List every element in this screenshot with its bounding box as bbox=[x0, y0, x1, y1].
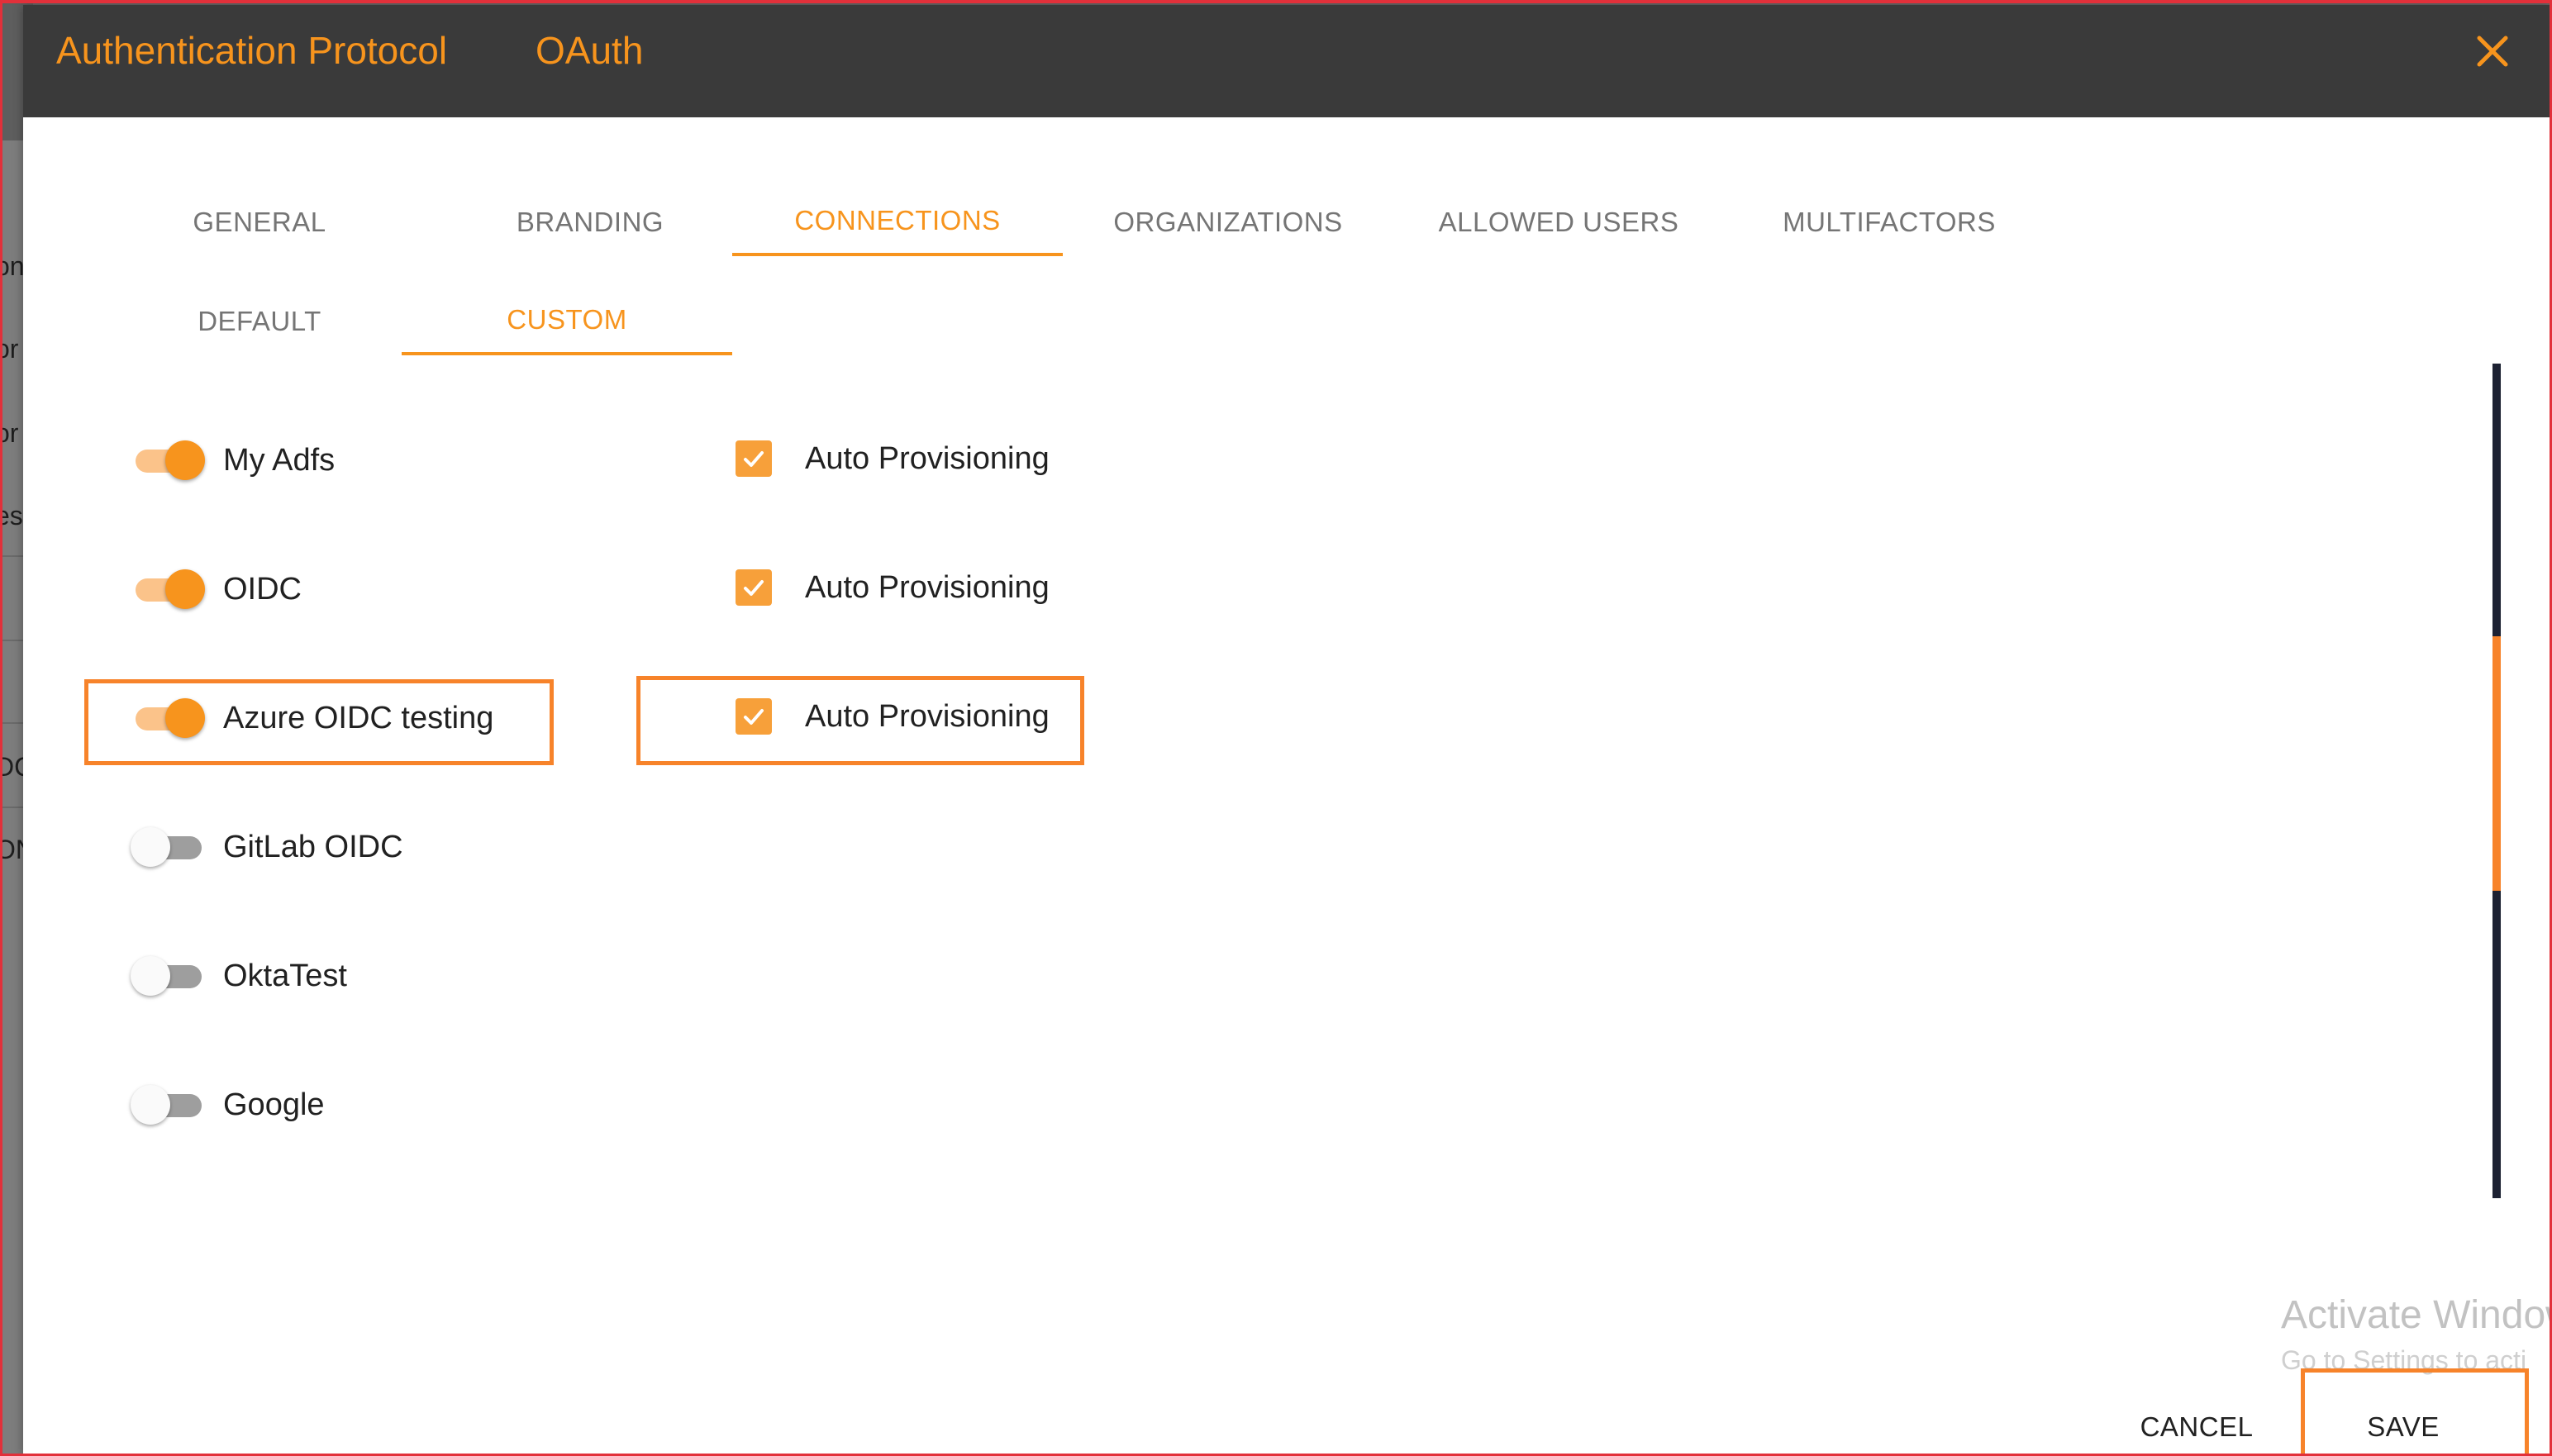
background-text: es bbox=[0, 501, 23, 531]
close-icon bbox=[2477, 36, 2508, 67]
tab-default[interactable]: DEFAULT bbox=[94, 288, 425, 355]
check-icon bbox=[744, 709, 764, 725]
connection-label: GitLab OIDC bbox=[223, 829, 403, 864]
tab-connections[interactable]: CONNECTIONS bbox=[732, 188, 1063, 256]
tab-branding[interactable]: BRANDING bbox=[425, 188, 755, 256]
connection-row-oidc: OIDC bbox=[131, 560, 302, 618]
connection-row-oktatest: OktaTest bbox=[131, 947, 347, 1005]
screen: on or or es DC ON Authentication Protoco… bbox=[0, 0, 2552, 1456]
auto-provisioning-checkbox[interactable] bbox=[736, 569, 772, 606]
toggle-gitlab-oidc[interactable] bbox=[131, 824, 207, 870]
authentication-protocol-dialog: Authentication Protocol OAuth GENERAL BR… bbox=[23, 5, 2552, 1456]
connection-row-gitlab-oidc: GitLab OIDC bbox=[131, 818, 403, 876]
tab-general[interactable]: GENERAL bbox=[94, 188, 425, 256]
toggle-oktatest[interactable] bbox=[131, 953, 207, 999]
auto-provisioning-checkbox[interactable] bbox=[736, 698, 772, 735]
toggle-oidc[interactable] bbox=[131, 566, 207, 612]
connection-label: Azure OIDC testing bbox=[223, 700, 494, 735]
tab-allowed-users[interactable]: ALLOWED USERS bbox=[1393, 188, 1724, 256]
dialog-header: Authentication Protocol OAuth bbox=[23, 5, 2552, 117]
background-text: on bbox=[0, 251, 25, 281]
activate-windows-watermark: Activate Window bbox=[2281, 1293, 2552, 1337]
scrollbar-thumb[interactable] bbox=[2492, 636, 2501, 891]
save-button[interactable]: SAVE bbox=[2329, 1401, 2478, 1453]
cancel-button[interactable]: CANCEL bbox=[2114, 1401, 2279, 1453]
connection-row-my-adfs: My Adfs bbox=[131, 431, 335, 489]
frame-border bbox=[0, 0, 2552, 3]
connection-row-google: Google bbox=[131, 1076, 325, 1134]
connection-label: OktaTest bbox=[223, 958, 347, 993]
close-button[interactable] bbox=[2469, 28, 2516, 74]
background-text: or bbox=[0, 418, 19, 448]
toggle-azure-oidc-testing[interactable] bbox=[131, 695, 207, 741]
check-icon bbox=[744, 580, 764, 596]
toggle-google[interactable] bbox=[131, 1082, 207, 1128]
connection-label: My Adfs bbox=[223, 442, 336, 478]
connection-row-azure-oidc-testing: Azure OIDC testing bbox=[131, 689, 493, 747]
connection-label: Google bbox=[223, 1087, 325, 1122]
dialog-title: Authentication Protocol bbox=[56, 29, 448, 72]
connection-label: OIDC bbox=[223, 571, 302, 607]
check-icon bbox=[744, 451, 764, 467]
dialog-subtitle: OAuth bbox=[536, 29, 644, 72]
tab-organizations[interactable]: ORGANIZATIONS bbox=[1063, 188, 1393, 256]
background-text: or bbox=[0, 334, 19, 364]
frame-border bbox=[0, 0, 2, 1456]
auto-provisioning-label: Auto Provisioning bbox=[805, 698, 1050, 734]
auto-provisioning-checkbox[interactable] bbox=[736, 440, 772, 477]
activate-windows-hint: Go to Settings to acti bbox=[2281, 1345, 2527, 1375]
auto-provisioning-oidc: Auto Provisioning bbox=[736, 559, 1050, 616]
auto-provisioning-label: Auto Provisioning bbox=[805, 569, 1050, 605]
tab-custom[interactable]: CUSTOM bbox=[402, 288, 732, 355]
tab-multifactors[interactable]: MULTIFACTORS bbox=[1724, 188, 2054, 256]
auto-provisioning-azure-oidc-testing: Auto Provisioning bbox=[736, 688, 1050, 745]
auto-provisioning-my-adfs: Auto Provisioning bbox=[736, 430, 1050, 488]
toggle-my-adfs[interactable] bbox=[131, 437, 207, 483]
auto-provisioning-label: Auto Provisioning bbox=[805, 440, 1050, 476]
